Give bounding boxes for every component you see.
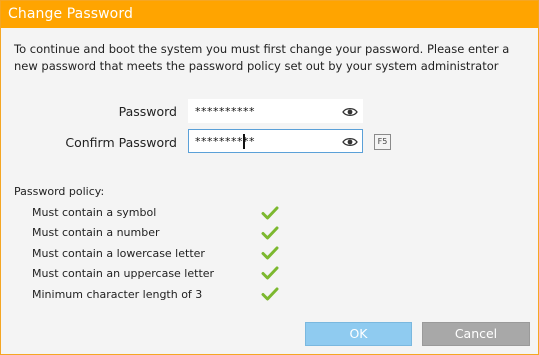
text-caret (243, 134, 245, 149)
dialog-title: Change Password (8, 6, 133, 22)
policy-item-symbol: Must contain a symbol (32, 206, 157, 219)
ok-button[interactable]: OK (305, 322, 412, 346)
password-policy-title: Password policy: (14, 185, 105, 198)
check-icon (261, 286, 279, 301)
f5-key-hint: F5 (374, 134, 391, 150)
policy-item-lowercase: Must contain a lowercase letter (32, 247, 205, 260)
check-icon (261, 245, 279, 260)
check-icon (261, 205, 279, 220)
intro-text: To continue and boot the system you must… (14, 42, 510, 73)
check-icon (261, 265, 279, 280)
policy-item-min-length: Minimum character length of 3 (32, 288, 203, 301)
password-input[interactable] (195, 103, 335, 119)
show-password-eye-icon[interactable] (342, 104, 358, 118)
check-icon (261, 225, 279, 240)
show-confirm-password-eye-icon[interactable] (342, 134, 358, 148)
confirm-password-label: Confirm Password (65, 135, 177, 150)
password-field[interactable] (188, 99, 363, 123)
policy-item-uppercase: Must contain an uppercase letter (32, 267, 215, 280)
password-label: Password (118, 104, 177, 119)
change-password-dialog: Change Password To continue and boot the… (0, 0, 539, 355)
confirm-password-field[interactable] (188, 129, 363, 153)
dialog-title-bar: Change Password (1, 1, 538, 28)
policy-item-number: Must contain a number (32, 226, 160, 239)
confirm-password-input[interactable] (195, 133, 335, 149)
cancel-button[interactable]: Cancel (422, 322, 530, 346)
